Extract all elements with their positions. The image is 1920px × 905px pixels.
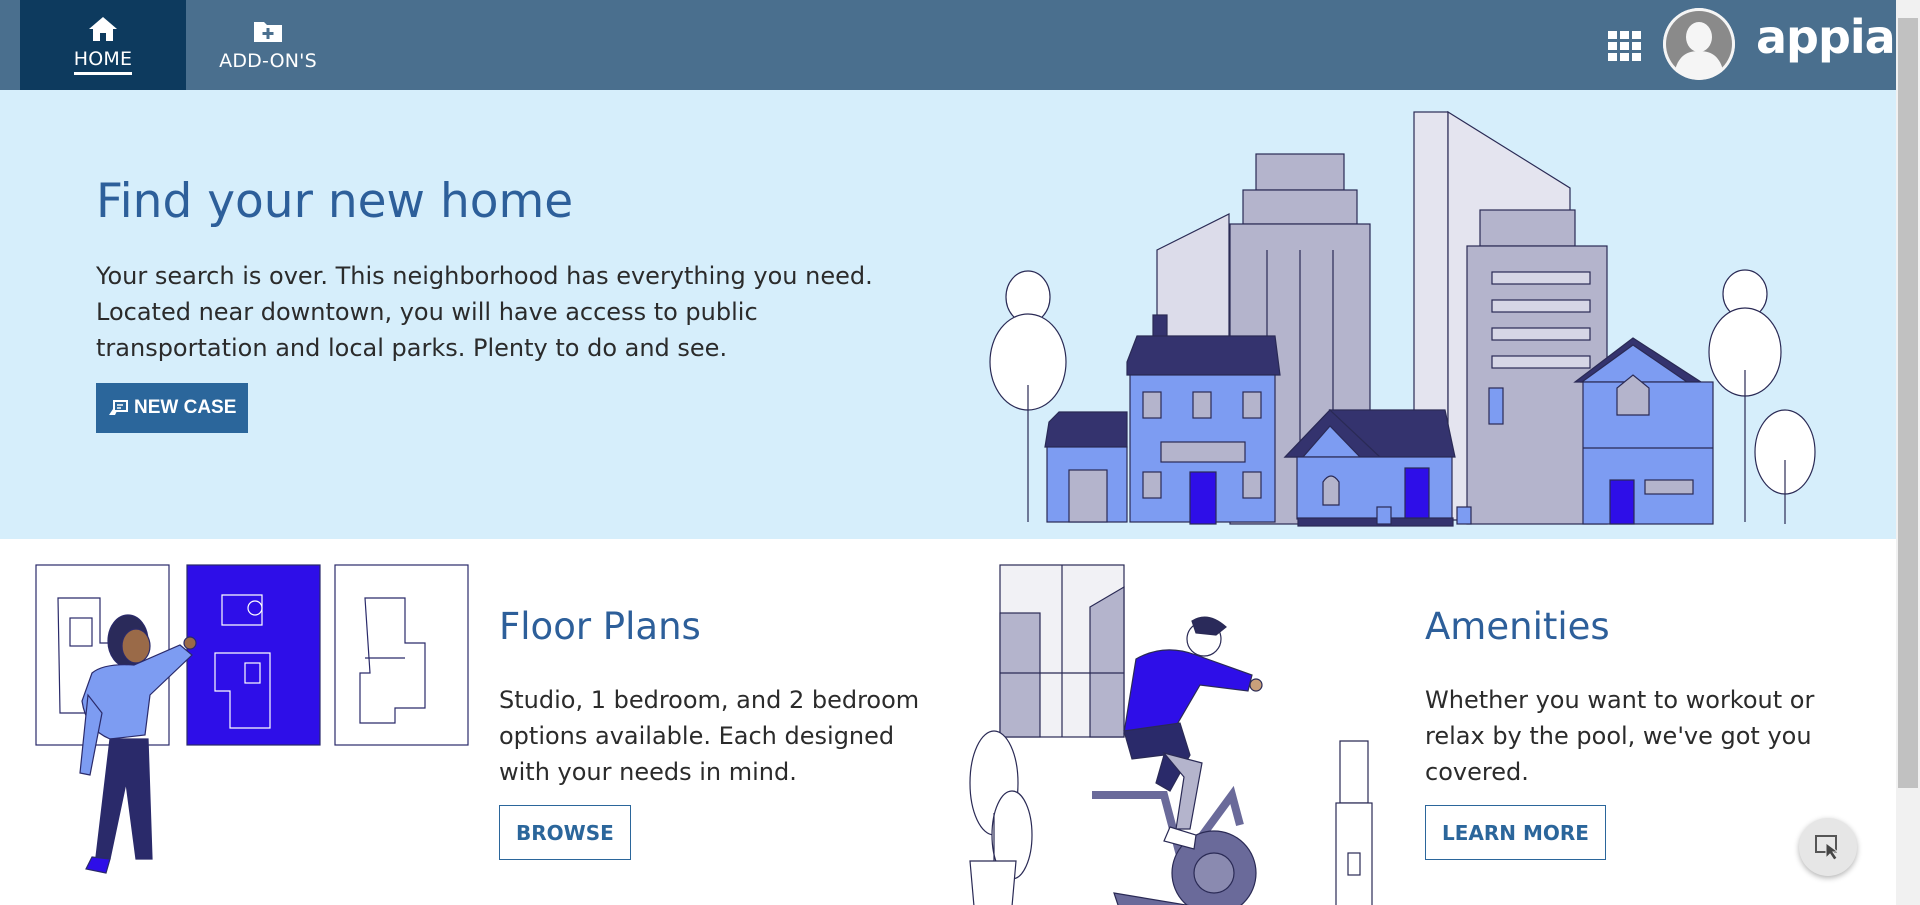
app-grid-icon[interactable] xyxy=(1607,30,1643,62)
tab-home[interactable]: HOME xyxy=(20,0,186,90)
amenities-description: Whether you want to workout or relax by … xyxy=(1425,686,1815,786)
floor-plans-section: Floor Plans Studio, 1 bedroom, and 2 bed… xyxy=(0,539,960,905)
top-nav-bar: HOME ADD-ON'S appian xyxy=(0,0,1920,90)
scrollbar-thumb[interactable] xyxy=(1898,18,1918,788)
floating-action-button[interactable] xyxy=(1799,818,1857,876)
floor-plans-title: Floor Plans xyxy=(499,605,701,648)
city-illustration xyxy=(989,110,1816,527)
new-case-label: NEW CASE xyxy=(134,397,237,418)
browse-button[interactable]: BROWSE xyxy=(499,805,631,860)
amenities-section: Amenities Whether you want to workout or… xyxy=(960,539,1896,905)
hero-description: Your search is over. This neighborhood h… xyxy=(96,262,873,362)
floor-plans-illustration xyxy=(35,564,469,874)
amenities-title: Amenities xyxy=(1425,605,1610,648)
learn-more-button[interactable]: LEARN MORE xyxy=(1425,805,1606,860)
tab-home-label: HOME xyxy=(73,48,133,75)
cursor-select-icon xyxy=(1815,835,1840,861)
folder-plus-icon xyxy=(254,22,282,42)
user-avatar[interactable] xyxy=(1663,8,1735,80)
new-case-button[interactable]: NEW CASE xyxy=(96,383,249,433)
tab-add-ons-label: ADD-ON'S xyxy=(219,50,317,72)
hero-banner: Find your new home Your search is over. … xyxy=(0,90,1896,539)
tab-add-ons[interactable]: ADD-ON'S xyxy=(200,0,336,90)
floor-plans-description: Studio, 1 bedroom, and 2 bedroom options… xyxy=(499,686,920,786)
amenities-illustration xyxy=(969,564,1373,905)
home-icon xyxy=(89,16,117,41)
hero-title: Find your new home xyxy=(96,174,574,229)
new-case-icon xyxy=(109,400,128,415)
user-silhouette-icon xyxy=(1663,8,1735,80)
